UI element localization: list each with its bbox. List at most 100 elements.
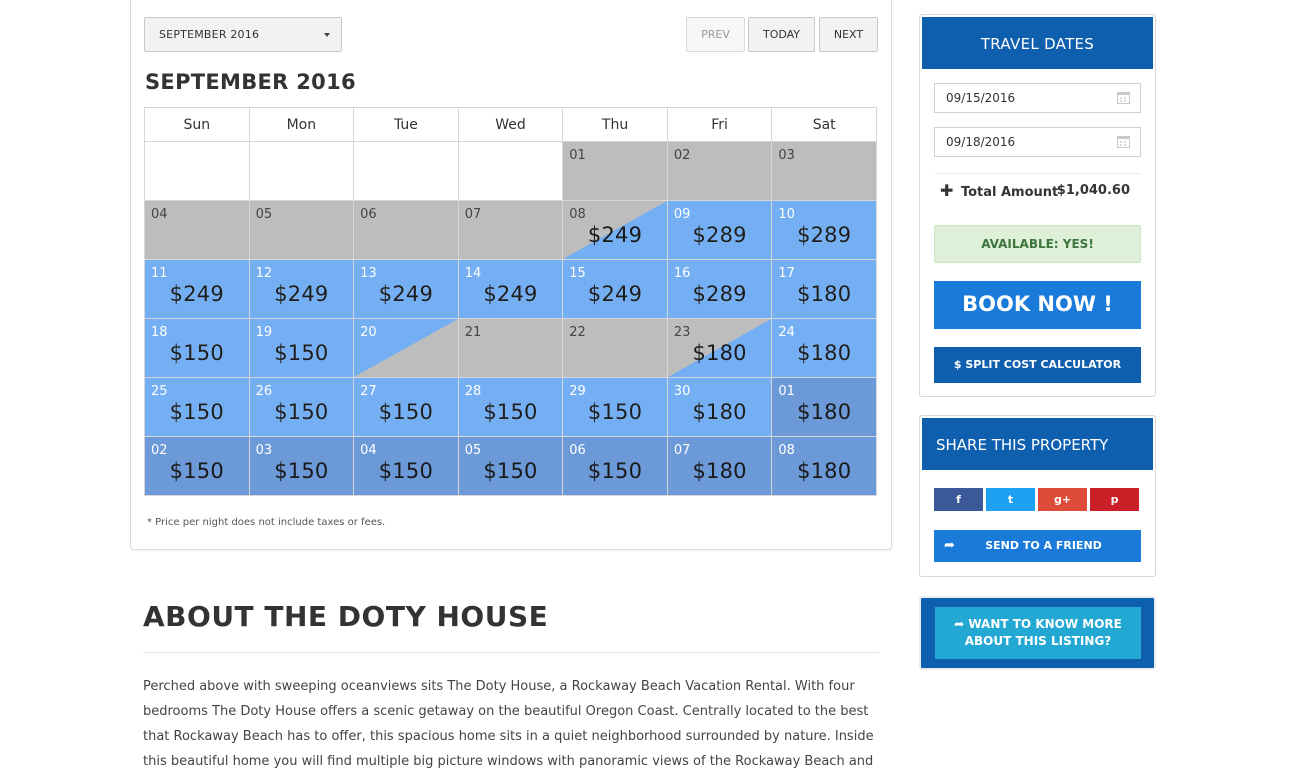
calendar-day-cell[interactable]: 20 (353, 318, 459, 378)
share-property-title: SHARE THIS PROPERTY (920, 416, 1155, 472)
share-arrow-icon: ➦ (954, 617, 969, 631)
calendar-day-cell[interactable]: 04 $150 (353, 436, 459, 496)
checkout-date-value: 09/18/2016 (946, 135, 1016, 149)
day-price: $180 (797, 341, 852, 365)
calendar-day-cell[interactable]: 04 (144, 200, 250, 260)
calendar-month-title: SEPTEMBER 2016 (145, 70, 356, 94)
prev-button[interactable]: PREV (686, 17, 745, 52)
day-number: 30 (673, 384, 691, 399)
calendar-day-cell[interactable]: 25 $150 (144, 377, 250, 437)
calendar-icon[interactable] (1117, 92, 1130, 104)
calendar-day-cell[interactable]: 05 $150 (457, 436, 564, 496)
calendar-day-cell[interactable]: 09 $289 (666, 200, 773, 260)
day-price: $180 (797, 282, 852, 306)
about-description: Perched above with sweeping oceanviews s… (143, 679, 874, 769)
calendar-day-cell[interactable]: 08 $180 (771, 436, 877, 496)
googleplus-share-button[interactable]: g+ (1038, 488, 1087, 511)
day-number: 17 (778, 266, 795, 281)
day-number: 03 (778, 148, 795, 163)
day-price: $289 (692, 282, 747, 306)
calendar-day-cell[interactable]: 29 $150 (562, 377, 668, 437)
next-button[interactable]: NEXT (819, 17, 878, 52)
calendar-day: 04 (145, 201, 249, 259)
calendar-day-cell[interactable]: 03 (771, 141, 877, 201)
day-price: $180 (797, 400, 852, 424)
calendar-day: 02 (667, 142, 772, 200)
calendar-day-cell[interactable]: 30 $180 (666, 377, 773, 437)
calendar-day-cell[interactable]: 21 (457, 318, 564, 378)
day-number: 03 (255, 443, 273, 458)
day-number: 12 (255, 266, 273, 281)
calendar-day-cell[interactable]: 13 $249 (353, 259, 459, 319)
calendar-day-cell[interactable]: 06 (353, 200, 459, 260)
calendar-day-cell[interactable]: 22 (562, 318, 668, 378)
checkin-date-field[interactable]: 09/15/2016 (934, 83, 1141, 113)
calendar-week-row: 18 $150 19 $150 20 21 22 23 $180 24 $180 (144, 318, 877, 378)
calendar-day-cell[interactable]: 05 (248, 200, 355, 260)
calendar-day: 08 $249 (563, 201, 667, 259)
calendar-day-cell[interactable]: 01 $180 (771, 377, 877, 437)
send-to-friend-button[interactable]: ➦ SEND TO A FRIEND (934, 530, 1141, 562)
day-number: 16 (673, 266, 691, 281)
day-price: $289 (797, 223, 852, 247)
plus-icon[interactable]: ✚ (940, 181, 953, 200)
calendar-day-cell[interactable]: 07 (457, 200, 564, 260)
calendar-day: 03 (772, 142, 876, 200)
calendar-week-row: 01 02 03 (144, 141, 877, 201)
calendar-day-cell[interactable]: 28 $150 (457, 377, 564, 437)
day-number: 04 (360, 443, 377, 458)
day-price: $150 (274, 400, 329, 424)
day-number: 28 (464, 384, 482, 399)
day-number: 05 (255, 207, 273, 222)
day-number: 04 (151, 207, 168, 222)
pinterest-share-button[interactable]: p (1090, 488, 1139, 511)
calendar-day-cell[interactable]: 12 $249 (248, 259, 355, 319)
calendar-day-cell[interactable]: 19 $150 (248, 318, 355, 378)
more-info-button[interactable]: ➦ WANT TO KNOW MORE ABOUT THIS LISTING? (935, 607, 1141, 659)
day-number: 02 (673, 148, 691, 163)
calendar-day-cell[interactable]: 24 $180 (771, 318, 877, 378)
month-select[interactable]: SEPTEMBER 2016 (144, 17, 342, 52)
calendar-day: 06 $150 (563, 437, 667, 495)
calendar-day-cell[interactable]: 26 $150 (248, 377, 355, 437)
calendar-day-cell[interactable]: 06 $150 (562, 436, 668, 496)
day-number: 01 (569, 148, 586, 163)
share-property-widget: SHARE THIS PROPERTY f t g+ p ➦ SEND TO A… (919, 415, 1156, 577)
day-number: 10 (778, 207, 795, 222)
calendar-day-cell[interactable]: 17 $180 (771, 259, 877, 319)
split-cost-calculator-button[interactable]: $ SPLIT COST CALCULATOR (934, 347, 1141, 383)
calendar-day (354, 142, 458, 200)
day-number: 19 (255, 325, 273, 340)
twitter-share-button[interactable]: t (986, 488, 1035, 511)
calendar-day-cell[interactable]: 18 $150 (144, 318, 250, 378)
calendar-day-cell[interactable]: 27 $150 (353, 377, 459, 437)
calendar-icon[interactable] (1117, 136, 1130, 148)
total-amount-label: Total Amount (960, 185, 1059, 200)
calendar-day-cell[interactable]: 01 (562, 141, 668, 201)
day-number: 01 (778, 384, 795, 399)
facebook-share-button[interactable]: f (934, 488, 983, 511)
calendar-day-cell[interactable]: 07 $180 (666, 436, 773, 496)
calendar-day-cell[interactable]: 11 $249 (144, 259, 250, 319)
calendar-day-cell[interactable]: 03 $150 (248, 436, 355, 496)
calendar-day-cell[interactable]: 16 $289 (666, 259, 773, 319)
calendar-day: 05 (249, 201, 354, 259)
day-price: $150 (274, 459, 329, 483)
calendar-day-cell[interactable]: 23 $180 (666, 318, 773, 378)
calendar-day (458, 142, 563, 200)
today-button[interactable]: TODAY (748, 17, 815, 52)
total-amount-row[interactable]: ✚ Total Amount $1,040.60 (940, 181, 1140, 200)
calendar-day-cell[interactable]: 15 $249 (562, 259, 668, 319)
calendar-day-cell[interactable]: 14 $249 (457, 259, 564, 319)
more-info-line2: ABOUT THIS LISTING? (964, 634, 1112, 648)
calendar-day-cell[interactable]: 10 $289 (771, 200, 877, 260)
calendar-day-cell[interactable]: 02 $150 (144, 436, 250, 496)
about-title: ABOUT THE DOTY HOUSE (143, 600, 549, 633)
calendar-day-cell[interactable]: 08 $249 (562, 200, 668, 260)
caret-down-icon (324, 33, 330, 37)
checkout-date-field[interactable]: 09/18/2016 (934, 127, 1141, 157)
weekday-header-row: Sun Mon Tue Wed Thu Fri Sat (144, 107, 877, 142)
book-now-button[interactable]: BOOK NOW ! (934, 281, 1141, 329)
weekday-header: Sun (144, 107, 250, 142)
calendar-day-cell[interactable]: 02 (666, 141, 773, 201)
